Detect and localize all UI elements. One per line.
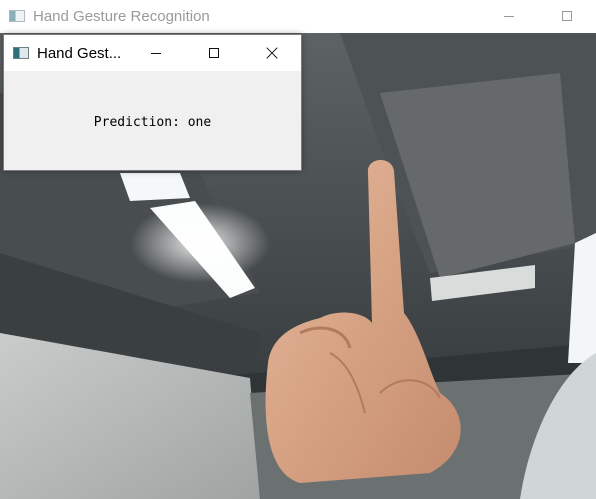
maximize-icon: [562, 11, 572, 21]
maximize-icon: [209, 48, 219, 58]
popup-minimize-button[interactable]: [127, 35, 185, 71]
minimize-icon: [151, 52, 161, 54]
prediction-window-title: Hand Gest...: [37, 44, 122, 62]
minimize-icon: [504, 15, 514, 17]
close-icon: [266, 47, 278, 59]
main-window-controls: [480, 0, 596, 32]
main-window-title: Hand Gesture Recognition: [33, 7, 210, 25]
prediction-label: Prediction: one: [93, 115, 212, 130]
main-window: Hand Gesture Recognition Hand Gest... Pr…: [0, 0, 596, 499]
prediction-body: Prediction: one: [4, 71, 301, 170]
app-window-icon: [9, 10, 25, 22]
prediction-window-controls: [127, 35, 301, 71]
main-maximize-button[interactable]: [538, 0, 596, 32]
popup-maximize-button[interactable]: [185, 35, 243, 71]
prediction-window[interactable]: Hand Gest... Prediction: one: [3, 34, 302, 171]
popup-close-button[interactable]: [243, 35, 301, 71]
main-minimize-button[interactable]: [480, 0, 538, 32]
prediction-title-bar[interactable]: Hand Gest...: [4, 35, 301, 71]
main-title-bar[interactable]: Hand Gesture Recognition: [0, 0, 596, 32]
app-window-icon: [13, 47, 29, 59]
